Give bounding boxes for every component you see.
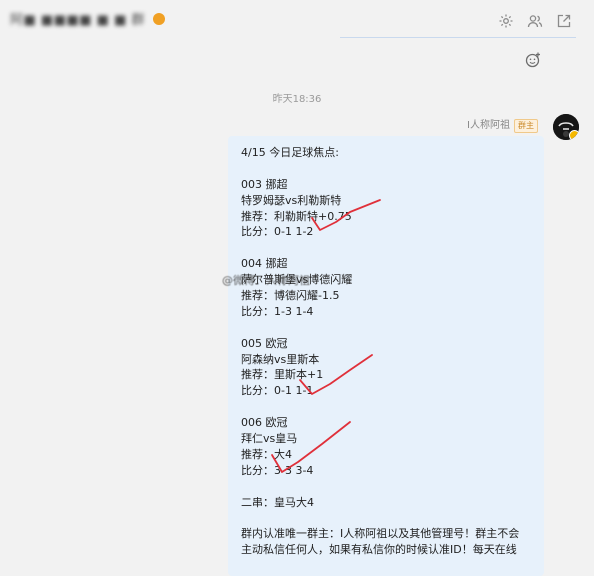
message-line: 005 欧冠 — [241, 336, 288, 350]
message-timestamp: 昨天18:36 — [272, 94, 322, 105]
open-external-icon[interactable] — [556, 13, 572, 29]
message-line: 推荐：利勒斯特+0.75 — [241, 209, 352, 223]
message-line: 推荐：博德闪耀-1.5 — [241, 289, 340, 303]
sender-name[interactable]: I人称阿祖 — [467, 120, 510, 131]
message-line — [241, 479, 541, 495]
header-divider — [340, 37, 576, 38]
header-actions — [490, 10, 572, 28]
group-name: 阿■ ■■■■ ■ ■ 群 — [10, 13, 146, 28]
message-line — [241, 399, 541, 415]
group-badge-icon — [152, 13, 165, 25]
owner-badge: 群主 — [514, 119, 538, 133]
message-line — [241, 161, 541, 177]
message-line: 拜仁vs皇马 — [241, 432, 298, 446]
vip-badge-icon — [569, 130, 579, 140]
message-line: 二串：皇马大4 — [241, 495, 314, 509]
chat-header: 阿■ ■■■■ ■ ■ 群 — [0, 0, 594, 40]
message-line: 004 挪超 — [241, 257, 288, 271]
message-line: 推荐：大4 — [241, 447, 292, 461]
message-line — [241, 510, 541, 526]
avatar[interactable] — [553, 114, 579, 140]
message-line — [241, 240, 541, 256]
message-line: 主动私信任何人，如果有私信你的时候认准ID！每天在线 — [241, 543, 517, 557]
message-text: 4/15 今日足球焦点: 003 挪超特罗姆瑟vs利勒斯特 推荐：利勒斯特+0.75… — [241, 145, 541, 558]
watermark: @微博：人称阿祖 — [222, 274, 310, 287]
message-line: 推荐：里斯本+1 — [241, 368, 324, 382]
message-line: 比分：3-3 3-4 — [241, 463, 314, 477]
message-line — [241, 320, 541, 336]
sender-info: I人称阿祖 群主 — [467, 116, 538, 133]
settings-icon[interactable] — [498, 13, 514, 29]
message-line: 比分：1-3 1-4 — [241, 304, 314, 318]
group-members-icon[interactable] — [527, 13, 543, 29]
chat-title: 阿■ ■■■■ ■ ■ 群 — [10, 9, 165, 28]
message-line: 比分：0-1 1-2 — [241, 225, 314, 239]
message-line: 群内认准唯一群主：I人称阿祖以及其他管理号！群主不会 — [241, 527, 520, 541]
message-line: 4/15 今日足球焦点: — [241, 146, 339, 159]
message-line: 特罗姆瑟vs利勒斯特 — [241, 193, 342, 207]
message-line: 006 欧冠 — [241, 416, 288, 430]
message-line: 阿森纳vs里斯本 — [241, 352, 320, 366]
message-line: 比分：0-1 1-1 — [241, 384, 314, 398]
message-line: 003 挪超 — [241, 177, 288, 191]
emoji-reaction-icon[interactable] — [524, 51, 542, 69]
